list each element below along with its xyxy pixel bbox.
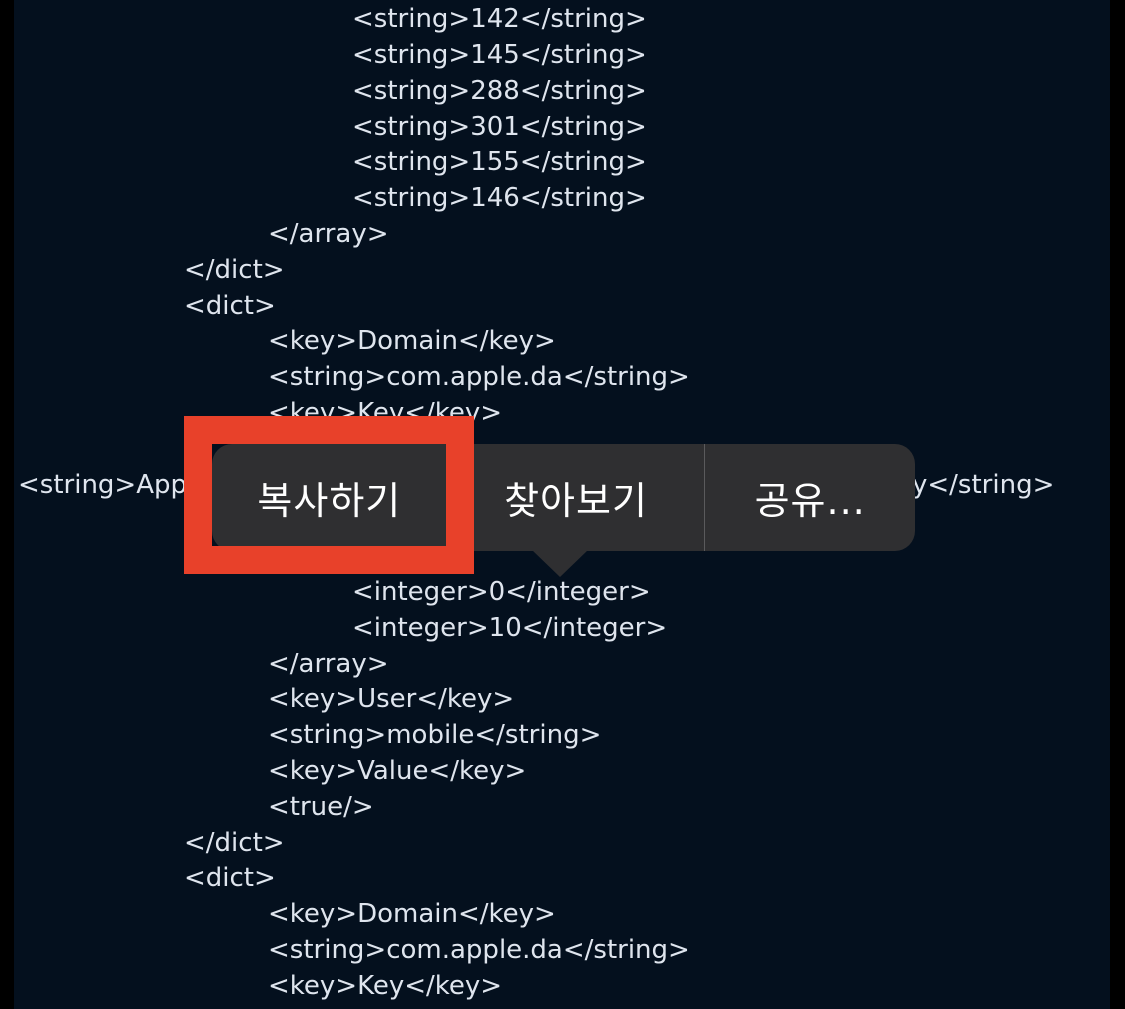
code-line: </dict> <box>184 828 285 858</box>
context-menu: 복사하기 찾아보기 공유... <box>212 444 915 551</box>
code-line: </dict> <box>184 255 285 285</box>
code-line: <string>145</string> <box>352 40 647 70</box>
code-line: <key>Domain</key> <box>268 899 556 929</box>
code-line: <dict> <box>184 863 276 893</box>
code-line: <true/> <box>268 792 374 822</box>
code-line: y</string> <box>912 470 1055 500</box>
code-line: <string>142</string> <box>352 4 647 34</box>
code-line: <key>Key</key> <box>268 398 503 428</box>
code-line: <integer>0</integer> <box>352 577 651 607</box>
code-line: <string>App <box>18 470 187 500</box>
code-line: <key>User</key> <box>268 684 515 714</box>
code-line: <key>Key</key> <box>268 971 503 1001</box>
share-button[interactable]: 공유... <box>705 444 915 551</box>
code-line: <string>155</string> <box>352 147 647 177</box>
code-line: <dict> <box>184 291 276 321</box>
code-line: </array> <box>268 649 389 679</box>
code-line: <string>146</string> <box>352 183 647 213</box>
copy-button[interactable]: 복사하기 <box>212 444 447 551</box>
code-line: <string>288</string> <box>352 76 647 106</box>
code-line: <string>301</string> <box>352 112 647 142</box>
code-line: <key>Value</key> <box>268 756 527 786</box>
code-line: <key>Domain</key> <box>268 326 556 356</box>
context-menu-pointer <box>532 550 588 577</box>
code-line: <integer>10</integer> <box>352 613 668 643</box>
look-up-button[interactable]: 찾아보기 <box>448 444 705 551</box>
code-line: <string>com.apple.da</string> <box>268 362 690 392</box>
code-line: </array> <box>268 219 389 249</box>
code-line: <string>mobile</string> <box>268 720 602 750</box>
code-line: <string>com.apple.da</string> <box>268 935 690 965</box>
